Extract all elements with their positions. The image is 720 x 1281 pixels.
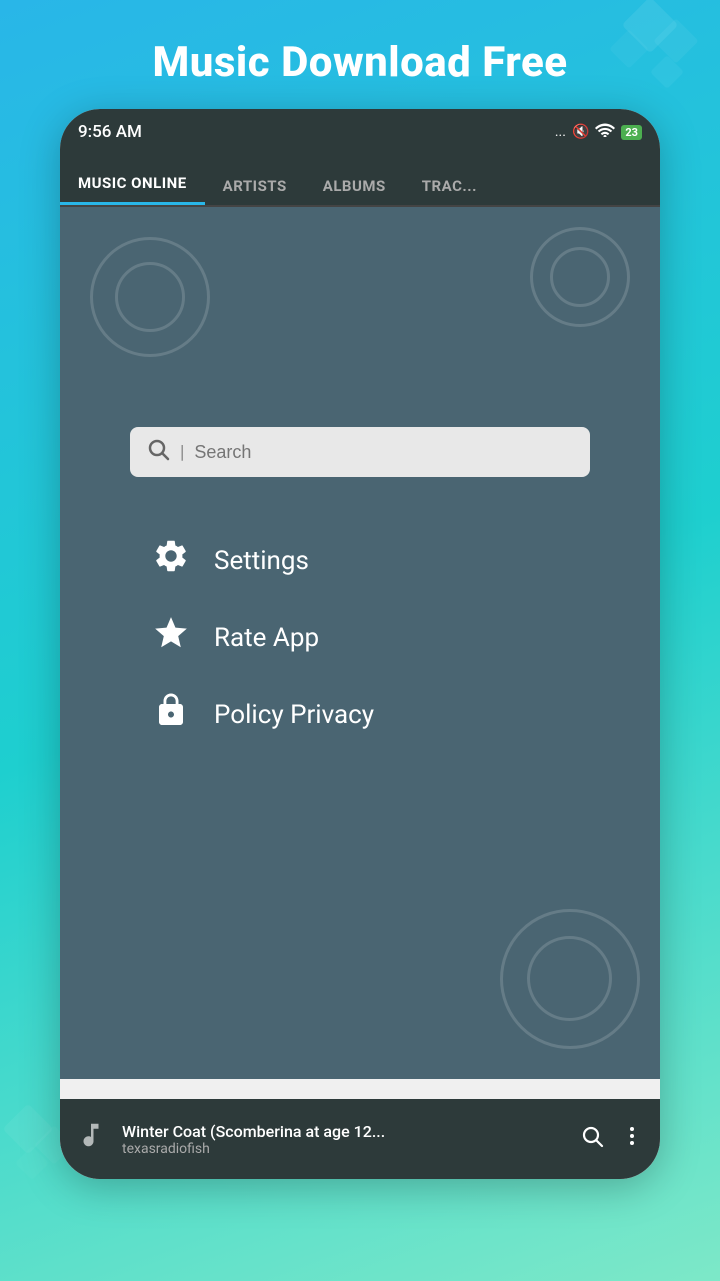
player-search-icon[interactable] [580,1124,604,1154]
player-more-icon[interactable] [620,1124,644,1154]
lock-icon [150,691,192,738]
phone-frame: 9:56 AM ... 🔇 23 MUSIC ONLINE ARTISTS AL… [60,109,660,1179]
tab-albums[interactable]: ALBUMS [305,167,404,205]
settings-menu-item[interactable]: Settings [150,537,570,584]
tab-tracks[interactable]: TRAC... [404,167,495,205]
main-content: | Settings [60,207,660,1179]
player-info: Winter Coat (Scomberina at age 12... tex… [122,1122,564,1157]
status-time: 9:56 AM [78,122,142,142]
deco-circle-tl-inner [115,262,185,332]
app-title: Music Download Free [152,38,567,87]
policy-privacy-menu-item[interactable]: Policy Privacy [150,691,570,738]
signal-dots-icon: ... [555,124,566,140]
search-cursor: | [180,442,184,463]
player-music-icon [76,1120,106,1158]
star-icon [150,614,192,661]
rate-app-menu-item[interactable]: Rate App [150,614,570,661]
status-bar: 9:56 AM ... 🔇 23 [60,109,660,155]
deco-circle-br-inner [527,936,612,1021]
player-title: Winter Coat (Scomberina at age 12... [122,1122,564,1141]
search-icon [146,437,170,467]
player-bar[interactable]: Winter Coat (Scomberina at age 12... tex… [60,1099,660,1179]
rate-app-label: Rate App [214,623,319,653]
search-input[interactable] [194,442,574,463]
player-artist: texasradiofish [122,1141,564,1157]
status-icons: ... 🔇 23 [555,123,642,141]
player-controls [580,1124,644,1154]
gear-icon [150,537,192,584]
volume-icon: 🔇 [572,124,589,140]
battery-icon: 23 [621,125,642,140]
tab-bar: MUSIC ONLINE ARTISTS ALBUMS TRAC... [60,155,660,207]
settings-label: Settings [214,546,309,576]
deco-circle-tr-inner [550,247,610,307]
policy-privacy-label: Policy Privacy [214,700,374,730]
tab-artists[interactable]: ARTISTS [205,167,305,205]
menu-items-list: Settings Rate App Policy Privacy [150,537,570,738]
search-container: | [130,427,590,477]
wifi-icon [595,123,615,141]
tab-music-online[interactable]: MUSIC ONLINE [60,164,205,205]
search-box[interactable]: | [130,427,590,477]
